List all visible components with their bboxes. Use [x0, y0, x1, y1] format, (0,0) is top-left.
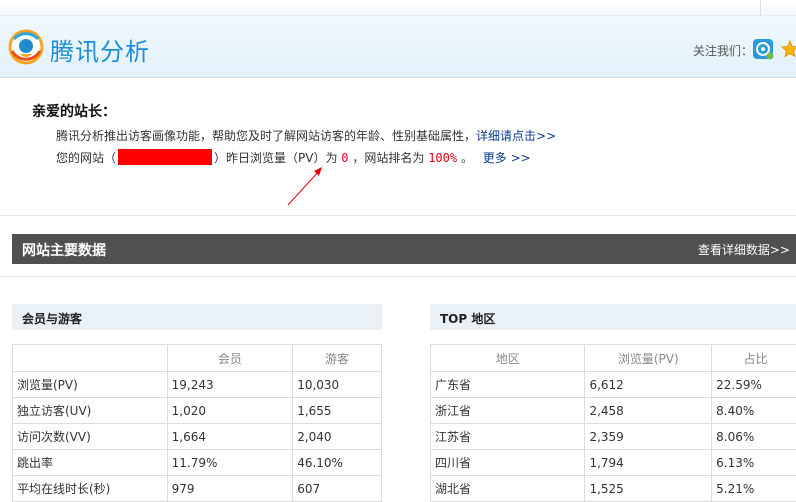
visitor-profile-notice: 腾讯分析推出访客画像功能，帮助您及时了解网站访客的年龄、性别基础属性，详细请点击…	[56, 127, 556, 144]
metric-name: 浏览量(PV)	[12, 371, 168, 398]
column-header: 占比	[711, 344, 796, 372]
metric-name: 独立访客(UV)	[12, 397, 168, 424]
visitor-value: 46.10%	[292, 449, 382, 476]
metric-name: 跳出率	[12, 449, 168, 476]
header-divider	[0, 15, 796, 16]
metric-name: 平均在线时长(秒)	[12, 475, 168, 502]
member-value: 1,664	[166, 423, 294, 450]
member-value: 1,020	[166, 397, 294, 424]
divider	[0, 276, 796, 277]
region-share: 8.06%	[711, 423, 796, 450]
column-header: 会员	[166, 344, 294, 372]
column-header: 游客	[292, 344, 382, 372]
region-pv: 6,612	[584, 371, 713, 398]
member-value: 19,243	[166, 371, 294, 398]
region-pv: 1,794	[584, 449, 713, 476]
region-share: 6.13%	[711, 449, 796, 476]
header-vertical-divider	[760, 0, 761, 16]
sentence-end: 。	[460, 151, 473, 165]
table-row: 访问次数(VV) 1,664 2,040	[12, 423, 382, 450]
table-row: 浏览量(PV) 19,243 10,030	[12, 371, 382, 398]
main-data-section-bar: 网站主要数据 查看详细数据>>	[12, 234, 796, 264]
members-visitors-panel-title: 会员与游客	[12, 304, 382, 330]
brand-title: 腾讯分析	[50, 38, 150, 66]
member-value: 979	[166, 475, 294, 502]
visitor-value: 2,040	[292, 423, 382, 450]
column-header: 浏览量(PV)	[584, 344, 713, 372]
details-link[interactable]: 详细请点击>>	[476, 129, 556, 143]
table-header-row: 地区 浏览量(PV) 占比	[429, 344, 796, 372]
site-label: 您的网站（	[56, 151, 117, 165]
view-detailed-data-link[interactable]: 查看详细数据>>	[698, 241, 790, 258]
follow-us-label: 关注我们：	[693, 44, 754, 58]
column-header	[12, 344, 168, 372]
region-pv: 2,359	[584, 423, 713, 450]
rank-value: 100%	[428, 151, 458, 165]
visitor-value: 10,030	[292, 371, 382, 398]
top-regions-panel-title: TOP 地区	[430, 304, 796, 330]
rank-label: ，网站排名为	[352, 151, 425, 165]
table-row: 跳出率 11.79% 46.10%	[12, 449, 382, 476]
visitor-value: 1,655	[292, 397, 382, 424]
region-share: 8.40%	[711, 397, 796, 424]
star-icon[interactable]	[781, 40, 796, 58]
member-value: 11.79%	[166, 449, 294, 476]
weibo-icon[interactable]	[752, 38, 774, 60]
metric-name: 访问次数(VV)	[12, 423, 168, 450]
table-row: 江苏省 2,359 8.06%	[429, 423, 796, 450]
top-regions-table: 地区 浏览量(PV) 占比 广东省 6,612 22.59% 浙江省 2,458…	[429, 344, 796, 502]
redacted-site-name	[118, 149, 213, 165]
table-row: 四川省 1,794 6.13%	[429, 449, 796, 476]
region-name: 四川省	[429, 449, 586, 476]
tencent-analytics-logo-icon[interactable]	[8, 29, 44, 65]
greeting-heading: 亲爱的站长：	[32, 104, 116, 120]
members-visitors-table: 会员 游客 浏览量(PV) 19,243 10,030 独立访客(UV) 1,0…	[12, 344, 382, 502]
notice-text: 腾讯分析推出访客画像功能，帮助您及时了解网站访客的年龄、性别基础属性，	[56, 129, 477, 143]
region-share: 5.21%	[711, 475, 796, 502]
header: 腾讯分析 关注我们：	[0, 0, 796, 78]
table-header-row: 会员 游客	[12, 344, 382, 372]
annotation-arrow-icon	[287, 167, 322, 206]
table-row: 独立访客(UV) 1,020 1,655	[12, 397, 382, 424]
region-name: 湖北省	[429, 475, 586, 502]
table-row: 浙江省 2,458 8.40%	[429, 397, 796, 424]
table-row: 广东省 6,612 22.59%	[429, 371, 796, 398]
region-name: 广东省	[429, 371, 586, 398]
table-row: 平均在线时长(秒) 979 607	[12, 475, 382, 502]
region-pv: 1,525	[584, 475, 713, 502]
divider	[0, 215, 796, 216]
region-pv: 2,458	[584, 397, 713, 424]
table-row: 湖北省 1,525 5.21%	[429, 475, 796, 502]
pv-value: 0	[341, 151, 349, 165]
region-share: 22.59%	[711, 371, 796, 398]
region-name: 浙江省	[429, 397, 586, 424]
more-link[interactable]: 更多 >>	[483, 151, 531, 165]
region-name: 江苏省	[429, 423, 586, 450]
visitor-value: 607	[292, 475, 382, 502]
column-header: 地区	[429, 344, 586, 372]
section-title: 网站主要数据	[22, 243, 106, 259]
